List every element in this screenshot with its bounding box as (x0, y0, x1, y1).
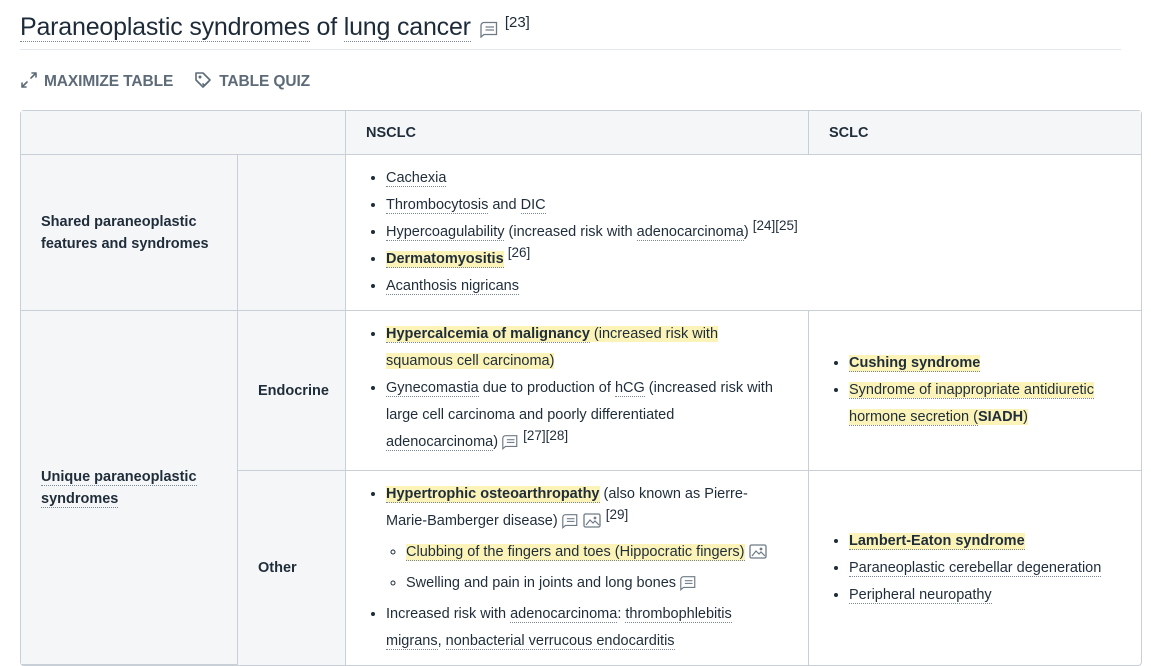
list-item: Clubbing of the fingers and toes (Hippoc… (406, 539, 788, 570)
note-icon[interactable] (679, 574, 697, 601)
reference-link[interactable]: [29] (606, 507, 629, 522)
text: , (437, 633, 446, 649)
row-label-shared: Shared paraneoplastic features and syndr… (21, 155, 238, 311)
text: Increased risk with (386, 606, 511, 622)
list-item: Thrombocytosis and DIC (386, 192, 1121, 219)
quiz-label: TABLE QUIZ (219, 73, 311, 90)
maximize-table-button[interactable]: MAXIMIZE TABLE (20, 71, 173, 94)
link-dic[interactable]: DIC (520, 197, 546, 214)
list-item: Dermatomyositis [26] (386, 246, 1121, 273)
table-header-row: NSCLC SCLC (21, 111, 1141, 155)
list-item: Acanthosis nigricans (386, 273, 1121, 300)
title-text: of (309, 13, 344, 41)
reference-link[interactable]: [23] (505, 14, 530, 31)
maximize-label: MAXIMIZE TABLE (44, 73, 174, 90)
image-icon[interactable] (582, 511, 602, 539)
list-item: Paraneoplastic cerebellar degeneration (849, 555, 1121, 582)
header-empty (21, 111, 346, 155)
row-label-shared-text: Shared paraneoplastic features and syndr… (41, 213, 209, 252)
text: Swelling and pain in joints and long bon… (406, 575, 677, 591)
list-item: Peripheral neuropathy (849, 582, 1121, 609)
list-item: Cushing syndrome (849, 350, 1121, 377)
link-siadh-full[interactable]: Syndrome of inappropriate antidiuretic h… (849, 382, 1095, 426)
sublabel-other: Other (238, 471, 346, 665)
reference-link[interactable]: [24][25] (753, 218, 798, 233)
page-title: Paraneoplastic syndromes of lung cancer (20, 12, 471, 42)
paraneoplastic-table: NSCLC SCLC Shared paraneoplastic feature… (20, 110, 1142, 666)
header-nsclc: NSCLC (346, 111, 809, 155)
sublabel-endocrine: Endocrine (238, 311, 346, 471)
note-icon[interactable] (561, 512, 579, 539)
cell-shared: Cachexia Thrombocytosis and DIC Hypercoa… (346, 155, 1141, 311)
sublabel-empty (238, 155, 346, 311)
cell-endocrine-sclc: Cushing syndrome Syndrome of inappropria… (809, 311, 1141, 471)
image-icon[interactable] (748, 542, 768, 570)
expand-arrows-icon (20, 71, 38, 94)
list-item: Increased risk with adenocarcinoma: thro… (386, 601, 788, 655)
link-hypercalcemia[interactable]: Hypercalcemia of malignancy (386, 326, 590, 343)
page: Paraneoplastic syndromes of lung cancer … (0, 0, 1151, 666)
table-actions: MAXIMIZE TABLE TABLE QUIZ (20, 50, 1131, 110)
link-peripheral-neuropathy[interactable]: Peripheral neuropathy (849, 586, 992, 604)
link-thrombocytosis[interactable]: Thrombocytosis (386, 197, 489, 214)
title-link-paraneoplastic[interactable]: Paraneoplastic syndromes (20, 13, 310, 42)
list-item: Hypercoagulability (increased risk with … (386, 219, 1121, 246)
link-dermatomyositis[interactable]: Dermatomyositis (386, 251, 504, 268)
section-heading: Paraneoplastic syndromes of lung cancer … (20, 0, 1121, 50)
link-cushing-syndrome[interactable]: Cushing syndrome (849, 355, 981, 372)
row-label-unique-text[interactable]: Unique paraneoplastic syndromes (41, 468, 197, 508)
reference-link[interactable]: [26] (508, 245, 531, 260)
link-gynecomastia[interactable]: Gynecomastia (386, 380, 479, 397)
text: due to production of (478, 380, 615, 396)
text: (increased risk with (504, 224, 637, 240)
link-lambert-eaton[interactable]: Lambert-Eaton syndrome (849, 532, 1025, 550)
table-row-endocrine: Unique paraneoplastic syndromes Endocrin… (21, 311, 1141, 665)
link-cerebellar-degeneration[interactable]: Paraneoplastic cerebellar degeneration (849, 559, 1102, 577)
cell-endocrine-nsclc: Hypercalcemia of malignancy (increased r… (346, 311, 809, 471)
list-item: Lambert-Eaton syndrome (849, 528, 1121, 555)
link-nonbacterial-endocarditis[interactable]: nonbacterial verrucous endocarditis (445, 633, 675, 650)
list-item: Cachexia (386, 165, 1121, 192)
link-clubbing[interactable]: Clubbing of the fingers and toes (Hippoc… (406, 544, 745, 561)
table-row-shared: Shared paraneoplastic features and syndr… (21, 155, 1141, 311)
link-adenocarcinoma[interactable]: adenocarcinoma (510, 606, 618, 623)
link-adenocarcinoma[interactable]: adenocarcinoma (386, 434, 494, 451)
list-item: Gynecomastia due to production of hCG (i… (386, 375, 788, 460)
row-label-unique: Unique paraneoplastic syndromes (21, 311, 238, 665)
link-acanthosis-nigricans[interactable]: Acanthosis nigricans (386, 278, 519, 295)
list-item: Hypercalcemia of malignancy (increased r… (386, 321, 788, 375)
link-hypercoagulability[interactable]: Hypercoagulability (386, 224, 505, 241)
list-item: Syndrome of inappropriate antidiuretic h… (849, 377, 1121, 431)
note-icon[interactable] (479, 20, 499, 43)
cell-other-sclc: Lambert-Eaton syndrome Paraneoplastic ce… (809, 471, 1141, 665)
cell-other-nsclc: Hypertrophic osteoarthropathy (also know… (346, 471, 809, 665)
note-icon[interactable] (501, 433, 519, 460)
list-item: Swelling and pain in joints and long bon… (406, 570, 788, 601)
table-quiz-button[interactable]: TABLE QUIZ (193, 70, 310, 95)
quiz-tag-icon (193, 70, 213, 95)
title-link-lung-cancer[interactable]: lung cancer (343, 13, 471, 42)
text: ) (743, 224, 749, 240)
link-hcg[interactable]: hCG (614, 380, 645, 397)
text: ) (493, 434, 499, 450)
text-siadh: SIADH (977, 409, 1024, 425)
link-hypertrophic-osteoarthropathy[interactable]: Hypertrophic osteoarthropathy (386, 486, 600, 503)
text: ) (1023, 409, 1028, 425)
list-item: Hypertrophic osteoarthropathy (also know… (386, 481, 788, 601)
reference-link[interactable]: [27][28] (523, 428, 568, 443)
link-adenocarcinoma[interactable]: adenocarcinoma (636, 224, 744, 241)
text: and (488, 197, 521, 213)
link-cachexia[interactable]: Cachexia (386, 170, 447, 187)
header-sclc: SCLC (809, 111, 1141, 155)
